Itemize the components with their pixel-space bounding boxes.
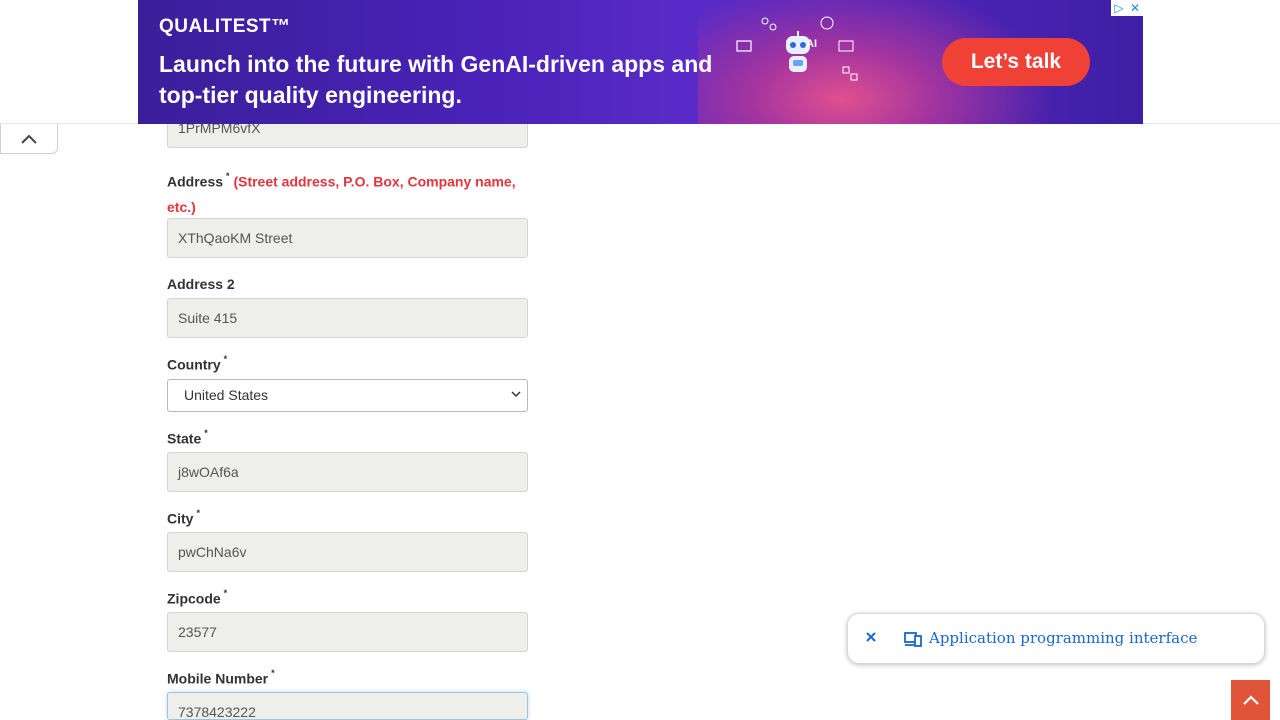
address-input[interactable]: XThQaoKM Street bbox=[167, 218, 528, 258]
required-mark: * bbox=[226, 171, 230, 181]
ad-ai-badge: AI bbox=[806, 38, 817, 50]
required-mark: * bbox=[271, 668, 275, 678]
city-label: City * bbox=[167, 508, 200, 527]
blocks-icon bbox=[842, 66, 858, 81]
zipcode-label-text: Zipcode bbox=[167, 590, 221, 607]
ad-brand: QUALITEST™ bbox=[159, 16, 291, 37]
ad-headline: Launch into the future with GenAI-driven… bbox=[159, 51, 713, 108]
ad-close-icon[interactable]: ✕ bbox=[1127, 0, 1143, 16]
mobile-input-value: 7378423222 bbox=[178, 704, 256, 720]
network-icon bbox=[761, 17, 777, 31]
lets-talk-button[interactable]: Let’s talk bbox=[942, 38, 1090, 86]
ad-choices[interactable]: ▷ ✕ bbox=[1111, 0, 1143, 16]
devices-icon bbox=[904, 632, 922, 647]
address-label: Address * (Street address, P.O. Box, Comp… bbox=[167, 166, 529, 220]
chevron-up-icon bbox=[1242, 695, 1259, 705]
required-mark: * bbox=[223, 588, 228, 598]
state-input[interactable]: j8wOAf6a bbox=[167, 452, 528, 492]
chevron-down-icon bbox=[511, 391, 521, 398]
country-selected-value: United States bbox=[184, 387, 269, 403]
zipcode-input[interactable]: 23577 bbox=[167, 612, 528, 652]
address-label-text: Address bbox=[167, 173, 224, 190]
country-label: Country * bbox=[167, 354, 228, 373]
zipcode-label: Zipcode * bbox=[167, 588, 228, 607]
definition-popup: Application programming interface bbox=[847, 613, 1265, 664]
required-mark: * bbox=[223, 354, 228, 364]
chip-icon bbox=[820, 16, 834, 30]
adchoices-icon[interactable]: ▷ bbox=[1111, 0, 1127, 16]
mobile-input[interactable]: 7378423222 bbox=[167, 692, 528, 720]
scroll-to-top-button[interactable] bbox=[1231, 680, 1270, 720]
address2-input[interactable]: Suite 415 bbox=[167, 298, 528, 338]
chat-icon bbox=[736, 40, 752, 52]
city-label-text: City bbox=[167, 510, 194, 527]
definition-link[interactable]: Application programming interface bbox=[929, 629, 1197, 647]
city-input[interactable]: pwChNa6v bbox=[167, 532, 528, 572]
address2-input-value: Suite 415 bbox=[178, 310, 238, 326]
zipcode-input-value: 23577 bbox=[178, 624, 217, 640]
address-input-value: XThQaoKM Street bbox=[178, 230, 293, 246]
chevron-up-icon bbox=[21, 134, 37, 144]
required-mark: * bbox=[196, 508, 200, 518]
country-select[interactable]: United States bbox=[167, 379, 528, 412]
image-icon bbox=[838, 40, 854, 52]
collapse-header-button[interactable] bbox=[0, 124, 58, 154]
ad-banner[interactable]: QUALITEST™ Launch into the future with G… bbox=[138, 0, 1143, 124]
country-label-text: Country bbox=[167, 356, 221, 373]
city-input-value: pwChNa6v bbox=[178, 544, 247, 560]
state-label-text: State bbox=[167, 430, 202, 447]
state-label: State * bbox=[167, 428, 208, 447]
mobile-label-text: Mobile Number bbox=[167, 670, 269, 687]
close-icon[interactable] bbox=[864, 630, 878, 644]
mobile-label: Mobile Number * bbox=[167, 668, 275, 687]
required-mark: * bbox=[204, 428, 208, 438]
address2-label: Address 2 bbox=[167, 276, 235, 292]
state-input-value: j8wOAf6a bbox=[178, 464, 239, 480]
